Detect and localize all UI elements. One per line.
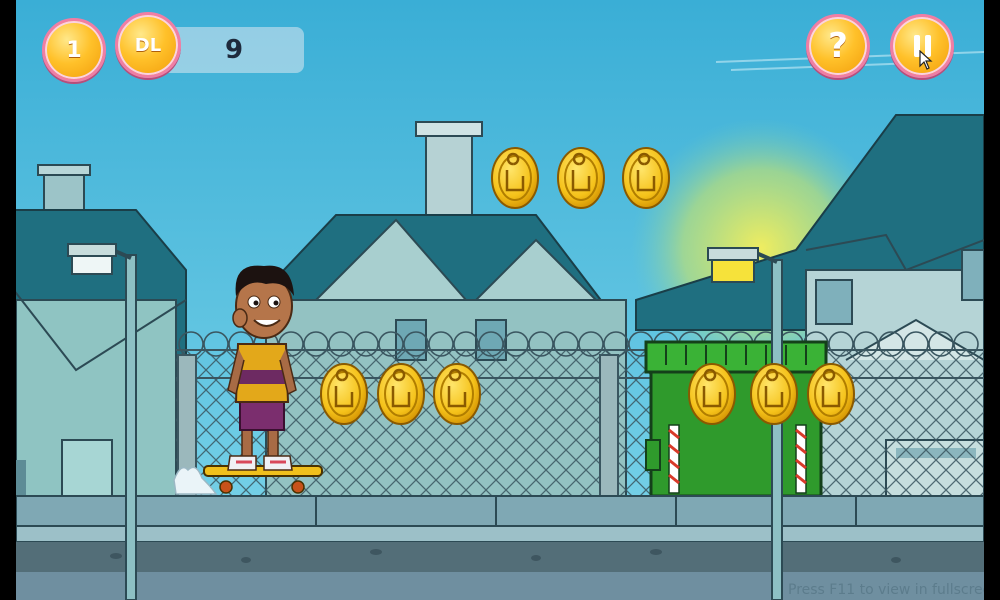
game-canvas[interactable]: 1 DL 9 ? Press F11 to view in fullscreen bbox=[16, 0, 984, 600]
help-button[interactable]: ? bbox=[806, 14, 870, 78]
coin bbox=[750, 363, 798, 425]
score-value: 9 bbox=[224, 35, 244, 65]
dumpster bbox=[644, 340, 828, 498]
coin bbox=[807, 363, 855, 425]
coin bbox=[557, 147, 605, 209]
coin bbox=[491, 147, 539, 209]
mouse-cursor-icon bbox=[919, 50, 933, 70]
game-window: 1 DL 9 ? Press F11 to view in fullscreen bbox=[0, 0, 1000, 600]
coin bbox=[688, 363, 736, 425]
letterbox-right bbox=[984, 0, 1000, 600]
lives-counter: 1 bbox=[42, 18, 106, 82]
currency-label: DL bbox=[134, 34, 162, 56]
coin bbox=[433, 363, 481, 425]
lives-value: 1 bbox=[66, 37, 82, 63]
fullscreen-hint: Press F11 to view in fullscreen bbox=[788, 582, 984, 598]
letterbox-left bbox=[0, 0, 16, 600]
coin bbox=[622, 147, 670, 209]
currency-badge: DL bbox=[115, 12, 181, 78]
help-label: ? bbox=[828, 26, 848, 66]
coin bbox=[320, 363, 368, 425]
game-scene bbox=[16, 0, 984, 600]
coin bbox=[377, 363, 425, 425]
